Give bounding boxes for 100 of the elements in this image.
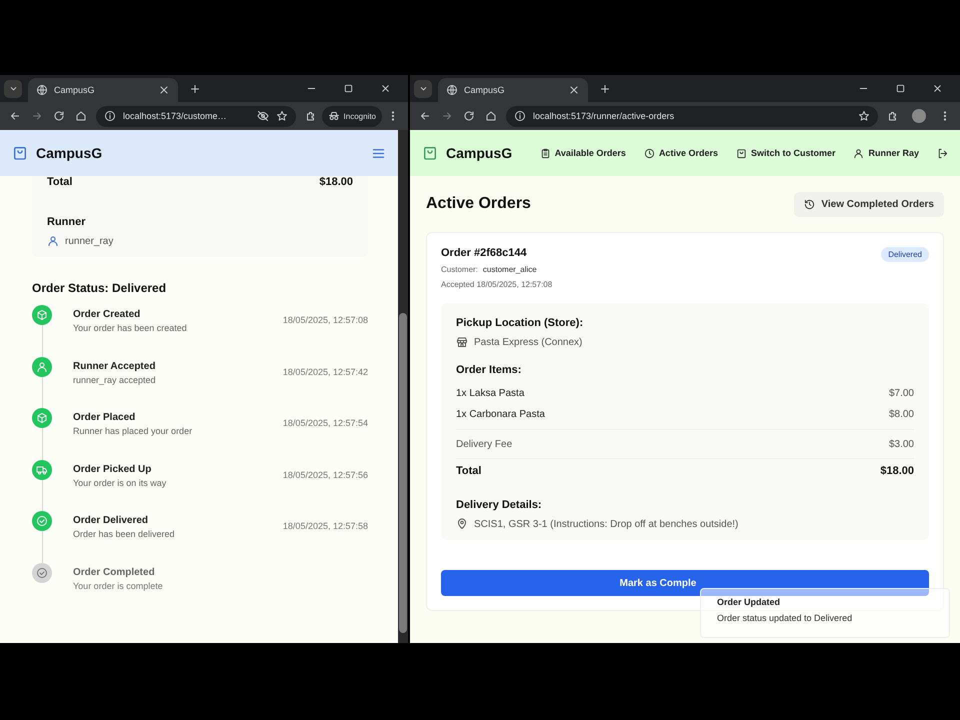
maximize-icon[interactable]	[895, 83, 906, 94]
fee-label: Delivery Fee	[456, 438, 512, 450]
logout-icon[interactable]	[937, 148, 948, 158]
delivery-address: SCIS1, GSR 3-1 (Instructions: Drop off at benches outside!)	[474, 518, 738, 530]
home-icon[interactable]	[75, 110, 87, 122]
runner-label: Runner	[47, 216, 86, 228]
status-heading: Order Status: Delivered	[32, 281, 168, 295]
step-title: Runner Accepted	[73, 360, 156, 372]
maximize-icon[interactable]	[343, 83, 354, 94]
total-label: Total	[47, 176, 72, 188]
forward-icon[interactable]	[441, 110, 453, 122]
step-title: Order Created	[73, 309, 142, 320]
incognito-button[interactable]: Incognito	[322, 106, 382, 126]
total-label: Total	[456, 465, 482, 477]
package-icon	[36, 412, 48, 424]
step-description: Your order is on its way	[73, 478, 168, 488]
item-name: 1x Laksa Pasta	[456, 388, 524, 399]
step-time: 18/05/2025, 12:57:08	[282, 314, 368, 327]
nav-link[interactable]: Active Orders	[644, 148, 718, 158]
view-completed-button[interactable]: View Completed Orders	[794, 192, 944, 216]
nav-link[interactable]: Switch to Customer	[736, 148, 836, 158]
toast-title: Order Updated	[717, 597, 782, 607]
section-label: Delivery Details:	[456, 499, 543, 511]
total-value: $18.00	[319, 176, 353, 188]
page-title: Active Orders	[426, 195, 531, 213]
step-description: Runner has placed your order	[73, 426, 194, 436]
clipboard-icon	[540, 148, 551, 158]
step-title: Order Delivered	[73, 515, 150, 526]
forward-icon[interactable]	[31, 110, 43, 122]
step-time: 18/05/2025, 12:57:56	[282, 468, 368, 482]
section-label: Pickup Location (Store):	[456, 317, 584, 329]
tab-title: CampusG	[464, 85, 505, 95]
shopping-bag-icon	[422, 145, 438, 161]
item-price: $8.00	[888, 409, 914, 420]
back-icon[interactable]	[9, 110, 21, 122]
info-icon	[104, 110, 116, 122]
reload-icon[interactable]	[463, 110, 475, 122]
info-icon	[514, 110, 526, 122]
step-description: Your order is complete	[73, 580, 164, 590]
incognito-icon	[328, 110, 340, 122]
clock-icon	[644, 148, 655, 158]
section-label: Order Items:	[456, 364, 522, 376]
scrollbar-thumb[interactable]	[399, 313, 407, 633]
order-number: Order #2f68c144	[441, 247, 528, 259]
step-time: 18/05/2025, 12:57:58	[282, 520, 368, 533]
user-icon	[853, 148, 864, 158]
mark-complete-button[interactable]: Mark as Comple	[441, 570, 929, 596]
customer-label: Customer:	[441, 265, 478, 274]
plus-icon[interactable]	[189, 82, 201, 94]
fee-value: $3.00	[888, 438, 914, 450]
puzzle-icon[interactable]	[304, 110, 317, 122]
step-title: Order Placed	[73, 412, 136, 423]
profile-avatar[interactable]	[912, 109, 926, 123]
store-name: Pasta Express (Connex)	[474, 336, 582, 348]
star-icon[interactable]	[276, 110, 288, 122]
status-badge: Delivered	[881, 247, 929, 262]
step-title: Order Picked Up	[73, 464, 152, 474]
nav-link[interactable]: Runner Ray	[853, 148, 919, 158]
nav-link[interactable]: Available Orders	[540, 148, 626, 158]
reload-icon[interactable]	[53, 110, 65, 122]
store-icon	[456, 336, 468, 348]
step-time: 18/05/2025, 12:57:54	[282, 417, 368, 430]
browser-tab[interactable]: CampusG	[438, 78, 588, 102]
check-circle-icon	[36, 566, 48, 578]
step-description: runner_ray accepted	[73, 374, 157, 384]
star-icon[interactable]	[858, 110, 870, 122]
step-title: Order Completed	[73, 566, 156, 578]
tab-list-button[interactable]	[4, 80, 22, 98]
history-icon	[804, 198, 816, 210]
shopping-bag-icon	[736, 148, 747, 158]
browser-tab[interactable]: CampusG	[28, 78, 178, 102]
puzzle-icon[interactable]	[887, 110, 899, 122]
user-icon	[36, 360, 48, 372]
step-time: 18/05/2025, 12:57:42	[282, 366, 368, 378]
brand-name: CampusG	[446, 145, 512, 161]
brand-name: CampusG	[36, 145, 102, 161]
address-bar[interactable]: localhost:5173/custome…	[96, 106, 296, 126]
close-icon[interactable]	[158, 84, 170, 96]
customer-name: customer_alice	[482, 265, 537, 274]
toast-message: Order status updated to Delivered	[717, 613, 854, 623]
package-icon	[36, 309, 48, 321]
eye-off-icon[interactable]	[256, 110, 269, 122]
shopping-bag-icon	[12, 145, 28, 161]
globe-icon	[36, 84, 48, 96]
step-description: Order has been delivered	[73, 529, 176, 539]
back-icon[interactable]	[419, 110, 431, 122]
step-description: Your order has been created	[73, 323, 188, 333]
globe-icon	[446, 84, 458, 96]
close-icon[interactable]	[568, 84, 580, 96]
map-pin-icon	[456, 518, 468, 530]
home-icon[interactable]	[485, 110, 497, 122]
item-price: $7.00	[888, 388, 914, 399]
runner-name: runner_ray	[65, 236, 114, 246]
accepted-time: Accepted 18/05/2025, 12:57:08	[441, 280, 552, 289]
address-bar[interactable]: localhost:5173/runner/active-orders	[506, 106, 878, 126]
check-circle-icon	[36, 515, 48, 527]
plus-icon[interactable]	[599, 82, 611, 94]
user-icon	[47, 235, 59, 247]
tab-title: CampusG	[54, 85, 95, 95]
tab-list-button[interactable]	[414, 80, 432, 98]
